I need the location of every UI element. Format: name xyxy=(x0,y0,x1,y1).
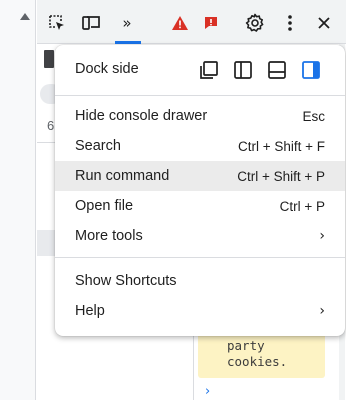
panel-divider xyxy=(37,142,57,143)
menu-item-label: Show Shortcuts xyxy=(75,273,177,289)
dock-right-icon[interactable] xyxy=(299,58,323,82)
menu-separator xyxy=(55,257,345,258)
undock-icon[interactable] xyxy=(197,58,221,82)
pane-divider xyxy=(193,330,194,400)
menu-item-open-file[interactable]: Open file Ctrl + P xyxy=(55,191,345,221)
menu-item-label: Help xyxy=(75,303,105,319)
menu-item-search[interactable]: Search Ctrl + Shift + F xyxy=(55,131,345,161)
code-snippet: party cookies. xyxy=(198,330,325,378)
panel-fragment xyxy=(44,50,54,68)
menu-item-shortcut: Ctrl + Shift + P xyxy=(237,168,325,184)
panel-text-fragment: 6 xyxy=(47,118,55,133)
dock-side-label: Dock side xyxy=(75,61,139,77)
panel-selected-row xyxy=(37,230,57,256)
chevron-right-icon[interactable]: › xyxy=(205,384,210,399)
kebab-menu-icon[interactable] xyxy=(279,12,301,34)
more-tabs-icon[interactable]: » xyxy=(115,12,137,34)
menu-item-label: More tools xyxy=(75,228,143,244)
dock-bottom-icon[interactable] xyxy=(265,58,289,82)
menu-item-more-tools[interactable]: More tools › xyxy=(55,221,345,251)
devtools-toolbar: » xyxy=(37,0,346,44)
close-icon[interactable] xyxy=(313,12,335,34)
left-gutter xyxy=(0,0,36,400)
issues-icon[interactable] xyxy=(200,12,222,34)
warning-icon[interactable] xyxy=(169,12,191,34)
scroll-up-icon[interactable] xyxy=(20,13,30,20)
menu-item-shortcut: Esc xyxy=(302,108,325,124)
menu-item-label: Open file xyxy=(75,198,134,214)
more-tabs-glyph: » xyxy=(122,14,131,32)
inspect-element-icon[interactable] xyxy=(46,12,68,34)
dock-side-row: Dock side xyxy=(55,45,345,95)
chevron-right-icon: › xyxy=(319,303,325,319)
menu-item-label: Hide console drawer xyxy=(75,108,208,124)
menu-item-hide-console-drawer[interactable]: Hide console drawer Esc xyxy=(55,101,345,131)
dock-left-icon[interactable] xyxy=(231,58,255,82)
menu-item-label: Run command xyxy=(75,168,170,184)
menu-item-label: Search xyxy=(75,138,121,154)
active-tab-indicator xyxy=(115,41,141,44)
device-toggle-icon[interactable] xyxy=(80,12,102,34)
menu-separator xyxy=(55,95,345,96)
code-line: party xyxy=(227,338,265,353)
menu-item-shortcut: Ctrl + P xyxy=(279,198,325,214)
devtools-customize-menu: Dock side Hide console drawer Esc Search… xyxy=(55,45,345,336)
menu-item-help[interactable]: Help › xyxy=(55,296,345,326)
menu-item-shortcut: Ctrl + Shift + F xyxy=(237,138,325,154)
gear-icon[interactable] xyxy=(244,12,266,34)
menu-item-run-command[interactable]: Run command Ctrl + Shift + P xyxy=(55,161,345,191)
chevron-right-icon: › xyxy=(319,228,325,244)
code-line: cookies. xyxy=(227,354,288,369)
menu-item-show-shortcuts[interactable]: Show Shortcuts xyxy=(55,266,345,296)
